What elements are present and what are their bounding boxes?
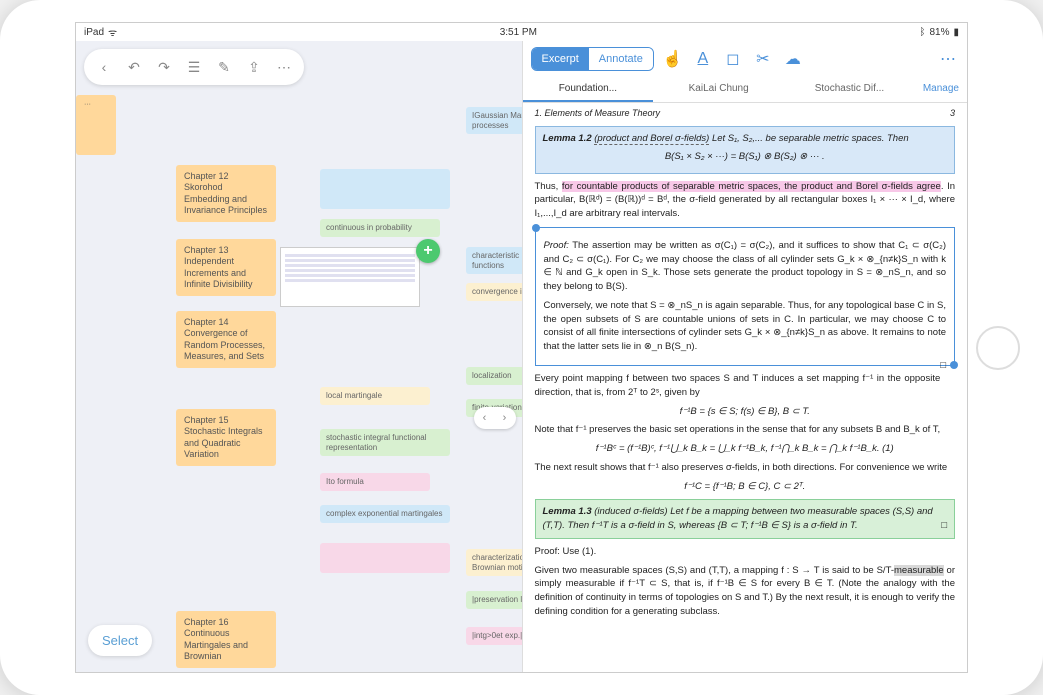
lemma-box[interactable]: Lemma 1.3 (induced σ-fields) Let f be a … (535, 499, 956, 539)
hand-tool-icon[interactable]: ☝ (662, 49, 684, 69)
tab-kailai[interactable]: KaiLai Chung (653, 77, 784, 102)
document-body[interactable]: 1. Elements of Measure Theory 3 Lemma 1.… (523, 103, 968, 672)
cloud-icon[interactable]: ☁ (782, 49, 804, 69)
paragraph: Proof: Use (1). (535, 545, 956, 559)
mindmap-pane[interactable]: ‹ ↶ ↷ ☰ ✎ ⇪ ⋯ ··· Chapter 12 Skorohod Em… (76, 41, 522, 672)
lemma-title: Lemma 1.3 (543, 506, 592, 517)
math-display: f⁻¹Bᶜ = (f⁻¹B)ᶜ, f⁻¹⋃_k B_k = ⋃_k f⁻¹B_k… (535, 442, 956, 456)
paragraph: Given two measurable spaces (S,S) and (T… (535, 564, 956, 619)
sub-node-ghost[interactable] (320, 543, 450, 573)
sub-node[interactable]: IGaussian Markov processes (466, 107, 522, 134)
document-tabs: Foundation... KaiLai Chung Stochastic Di… (523, 77, 968, 103)
paragraph: Note that f⁻¹ preserves the basic set op… (535, 423, 956, 437)
qed-box: □ (940, 359, 946, 373)
sub-node[interactable]: continuous in probability (320, 219, 440, 237)
screen: iPad ᯤ 3:51 PM ᛒ 81% ▮ ‹ ↶ ↷ ☰ ✎ ⇪ ⋯ (75, 22, 968, 673)
lasso-icon[interactable]: ✂ (752, 49, 774, 69)
manage-link[interactable]: Manage (915, 77, 967, 102)
next-arrow[interactable]: › (496, 409, 514, 427)
math-display: f⁻¹C = {f⁻¹B; B ∈ C}, C ⊂ 2ᵀ. (535, 480, 956, 494)
proof-selection-box[interactable]: Proof: The assertion may be written as σ… (535, 227, 956, 366)
sub-node-ghost[interactable] (320, 169, 450, 209)
chapter-node[interactable]: Chapter 15 Stochastic Integrals and Quad… (176, 409, 276, 466)
status-bar: iPad ᯤ 3:51 PM ᛒ 81% ▮ (76, 23, 967, 41)
page-nav: ‹ › (474, 407, 516, 429)
math-display: f⁻¹B = {s ∈ S; f(s) ∈ B}, B ⊂ T. (535, 405, 956, 419)
paragraph: The next result shows that f⁻¹ also pres… (535, 461, 956, 475)
segment-annotate[interactable]: Annotate (589, 48, 653, 70)
lemma-math: B(S₁ × S₂ × ···) = B(S₁) ⊗ B(S₂) ⊗ ··· . (543, 150, 948, 164)
wifi-icon: ᯤ (108, 25, 117, 39)
lemma-body: Let S₁, S₂,... be separable metric space… (712, 133, 909, 144)
selection-handle[interactable] (950, 361, 958, 369)
highlight[interactable]: measurable (894, 565, 944, 576)
lemma-subtitle: (induced σ-fields) (594, 506, 667, 517)
sub-node[interactable]: stochastic integral functional represent… (320, 429, 450, 456)
right-toolbar: Excerpt Annotate ☝ A ◻ ✂ ☁ ⋯ (523, 41, 968, 77)
chapter-node[interactable]: Chapter 12 Skorohod Embedding and Invari… (176, 165, 276, 222)
prev-arrow[interactable]: ‹ (476, 409, 494, 427)
doc-header: 1. Elements of Measure Theory 3 (535, 107, 956, 120)
mode-segment: Excerpt Annotate (531, 47, 654, 71)
text-style-icon[interactable]: A (692, 50, 714, 68)
chapter-node[interactable]: Chapter 13 Independent Increments and In… (176, 239, 276, 296)
highlight[interactable]: for countable products of separable metr… (562, 181, 941, 192)
sub-node[interactable]: localization (466, 367, 522, 385)
tab-foundation[interactable]: Foundation... (523, 77, 654, 102)
section-title: 1. Elements of Measure Theory (535, 107, 661, 120)
sub-node[interactable]: complex exponential martingales (320, 505, 450, 523)
app-split-view: ‹ ↶ ↷ ☰ ✎ ⇪ ⋯ ··· Chapter 12 Skorohod Em… (76, 41, 967, 672)
ipad-frame: iPad ᯤ 3:51 PM ᛒ 81% ▮ ‹ ↶ ↷ ☰ ✎ ⇪ ⋯ (0, 0, 1043, 695)
chapter-node[interactable]: Chapter 16 Continuous Martingales and Br… (176, 611, 276, 668)
chapter-node[interactable]: Chapter 14 Convergence of Random Process… (176, 311, 276, 368)
page-number: 3 (950, 107, 955, 120)
chapter-node[interactable]: ··· (76, 95, 116, 155)
document-pane: Excerpt Annotate ☝ A ◻ ✂ ☁ ⋯ Foundation.… (522, 41, 968, 672)
lemma-subtitle: (product and Borel σ-fields) (594, 133, 709, 145)
segment-excerpt[interactable]: Excerpt (532, 48, 589, 70)
battery-percent: 81% (929, 27, 949, 38)
sub-node[interactable]: characterization of Brownian motion (466, 549, 522, 576)
right-more-icon[interactable]: ⋯ (937, 49, 959, 69)
add-node-button[interactable]: + (416, 239, 440, 263)
tab-stochastic[interactable]: Stochastic Dif... (784, 77, 915, 102)
device-label: iPad (84, 27, 104, 38)
sub-node[interactable]: |intg>0et exp.|intg (466, 627, 522, 645)
paragraph: Every point mapping f between two spaces… (535, 372, 956, 400)
node-preview[interactable] (280, 247, 420, 307)
mindmap-canvas[interactable]: ··· Chapter 12 Skorohod Embedding and In… (76, 41, 522, 672)
sub-node[interactable]: local martingale (320, 387, 430, 405)
lemma-title: Lemma 1.2 (543, 133, 592, 144)
home-button[interactable] (976, 326, 1020, 370)
sub-node[interactable]: |preservation laws (466, 591, 522, 609)
clock: 3:51 PM (500, 27, 537, 38)
selection-handle[interactable] (532, 224, 540, 232)
qed-box: □ (941, 519, 947, 533)
bluetooth-icon: ᛒ (919, 27, 925, 38)
sub-node[interactable]: characteristic functions (466, 247, 522, 274)
sub-node[interactable]: Ito formula (320, 473, 430, 491)
paragraph: Thus, for countable products of separabl… (535, 180, 956, 221)
select-button[interactable]: Select (88, 625, 152, 656)
lemma-box[interactable]: Lemma 1.2 (product and Borel σ-fields) L… (535, 126, 956, 174)
sub-node[interactable]: convergence in fd (466, 283, 522, 301)
crop-icon[interactable]: ◻ (722, 49, 744, 69)
battery-icon: ▮ (953, 27, 959, 38)
